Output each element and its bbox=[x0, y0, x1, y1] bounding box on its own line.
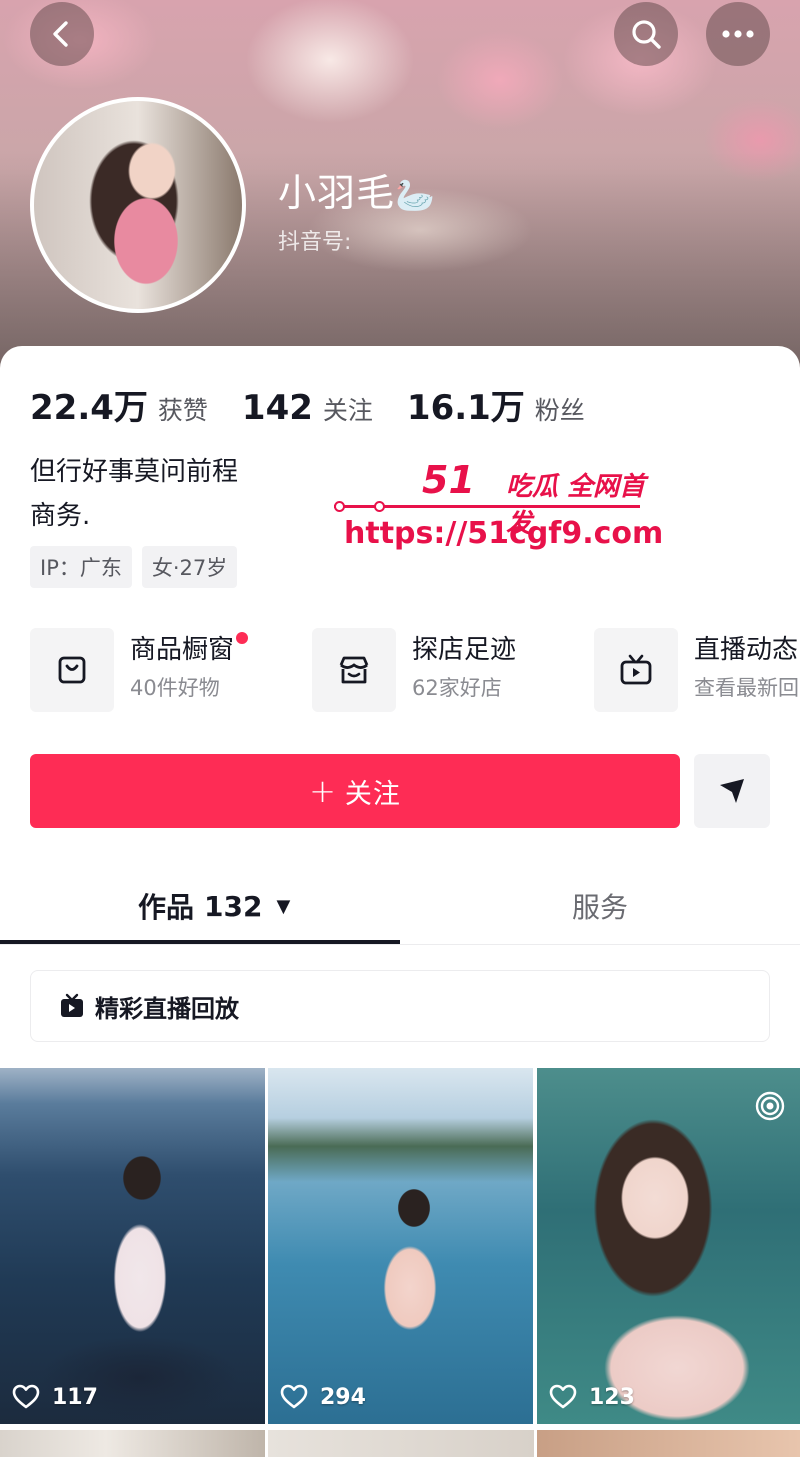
ip-location-tag: IP：广东 bbox=[30, 546, 132, 588]
video-like-count: 294 bbox=[280, 1384, 366, 1410]
feature-text: 商品橱窗 40件好物 bbox=[130, 628, 249, 716]
stat-followers-label: 粉丝 bbox=[534, 396, 585, 425]
stat-likes[interactable]: 22.4万 获赞 bbox=[30, 380, 208, 429]
avatar[interactable] bbox=[30, 97, 246, 313]
feature-icon-box bbox=[312, 628, 396, 712]
tab-service[interactable]: 服务 bbox=[572, 886, 628, 926]
content-tabs: 作品 132 ▼ 服务 bbox=[0, 856, 800, 946]
like-count-text: 294 bbox=[320, 1384, 366, 1410]
watermark-dot bbox=[374, 501, 385, 512]
tab-divider bbox=[0, 944, 800, 945]
more-options-button[interactable] bbox=[706, 2, 770, 66]
back-button[interactable] bbox=[30, 2, 94, 66]
watermark-dot bbox=[334, 501, 345, 512]
stat-likes-value: 22.4万 bbox=[30, 388, 148, 428]
plus-icon: + bbox=[309, 772, 337, 810]
profile-stats: 22.4万 获赞 142 关注 16.1万 粉丝 bbox=[30, 380, 619, 429]
feature-subtitle: 62家好店 bbox=[412, 676, 502, 700]
profile-panel: 22.4万 获赞 142 关注 16.1万 粉丝 但行好事莫问前程 商务. IP… bbox=[0, 346, 800, 1457]
shopping-bag-icon bbox=[58, 656, 86, 684]
douyin-id-label: 抖音号: bbox=[278, 230, 352, 255]
bio-line-1: 但行好事莫问前程 bbox=[30, 457, 239, 487]
notification-dot bbox=[236, 632, 249, 644]
video-thumbnail[interactable]: 294 bbox=[268, 1068, 533, 1424]
feature-title-text: 商品橱窗 bbox=[130, 635, 235, 665]
live-replay-label: 精彩直播回放 bbox=[95, 994, 239, 1023]
video-thumbnail[interactable] bbox=[0, 1430, 265, 1457]
profile-bio: 但行好事莫问前程 商务. bbox=[30, 450, 238, 538]
send-arrow-icon bbox=[720, 779, 744, 803]
watermark: 51 吃瓜 全网首发 https://51cgf9.com bbox=[334, 458, 663, 558]
stat-following-value: 142 bbox=[241, 388, 313, 428]
watermark-brand: 51 bbox=[422, 458, 475, 502]
swan-emoji: 🦢 bbox=[395, 176, 436, 214]
feature-store-visits[interactable]: 探店足迹 62家好店 bbox=[312, 628, 516, 716]
feature-text: 探店足迹 62家好店 bbox=[412, 628, 516, 716]
feature-live-updates[interactable]: 直播动态 查看最新回 bbox=[594, 628, 799, 716]
feature-title: 直播动态 bbox=[694, 635, 799, 665]
video-thumbnail[interactable]: 117 bbox=[0, 1068, 265, 1424]
follow-button[interactable]: + 关注 bbox=[30, 754, 680, 828]
tab-works[interactable]: 作品 132 ▼ bbox=[138, 886, 290, 926]
profile-nickname: 小羽毛🦢 bbox=[278, 162, 436, 217]
like-count-text: 117 bbox=[52, 1384, 98, 1410]
video-grid: 117 294 123 bbox=[0, 1068, 800, 1457]
nickname-text: 小羽毛 bbox=[278, 171, 396, 215]
search-button[interactable] bbox=[614, 2, 678, 66]
video-like-count: 117 bbox=[12, 1384, 98, 1410]
stat-likes-label: 获赞 bbox=[157, 396, 208, 425]
live-circle-icon bbox=[755, 1091, 785, 1121]
bio-line-2: 商务. bbox=[30, 501, 91, 531]
video-like-count: 123 bbox=[549, 1384, 635, 1410]
store-icon bbox=[339, 656, 369, 684]
feature-title: 商品橱窗 bbox=[130, 632, 249, 668]
stat-following[interactable]: 142 关注 bbox=[242, 388, 373, 428]
caret-down-icon: ▼ bbox=[276, 895, 291, 917]
profile-tags: IP：广东 女·27岁 bbox=[30, 546, 247, 588]
tv-icon bbox=[620, 654, 652, 685]
video-thumbnail[interactable] bbox=[537, 1430, 800, 1457]
watermark-url: https://51cgf9.com bbox=[344, 516, 664, 551]
feature-title: 探店足迹 bbox=[412, 635, 517, 665]
search-icon bbox=[632, 20, 661, 49]
feature-icon-box bbox=[30, 628, 114, 712]
chevron-left-icon bbox=[53, 21, 68, 47]
live-replay-banner[interactable]: 精彩直播回放 bbox=[30, 970, 770, 1042]
video-thumbnail[interactable] bbox=[268, 1430, 534, 1457]
stat-following-label: 关注 bbox=[322, 396, 373, 425]
tab-works-label: 作品 bbox=[138, 891, 195, 924]
gender-age-tag: 女·27岁 bbox=[141, 546, 238, 588]
feature-product-showcase[interactable]: 商品橱窗 40件好物 bbox=[30, 628, 249, 716]
stat-followers-value: 16.1万 bbox=[406, 388, 525, 428]
heart-icon bbox=[12, 1384, 40, 1409]
more-dots-icon bbox=[722, 30, 754, 38]
like-count-text: 123 bbox=[589, 1384, 635, 1410]
tab-works-count: 132 bbox=[204, 889, 263, 923]
feature-subtitle: 查看最新回 bbox=[694, 676, 799, 700]
feature-subtitle: 40件好物 bbox=[130, 676, 220, 700]
heart-icon bbox=[280, 1384, 308, 1409]
video-thumbnail[interactable]: 123 bbox=[537, 1068, 800, 1424]
feature-entries: 商品橱窗 40件好物 探店足迹 62家好店 直播动态 查看最新回 bbox=[30, 628, 800, 716]
stat-followers[interactable]: 16.1万 粉丝 bbox=[407, 380, 585, 429]
feature-text: 直播动态 查看最新回 bbox=[694, 628, 799, 716]
follow-label: 关注 bbox=[344, 778, 401, 810]
send-message-button[interactable] bbox=[694, 754, 770, 828]
live-tv-icon bbox=[61, 993, 83, 1017]
heart-icon bbox=[549, 1384, 577, 1409]
feature-icon-box bbox=[594, 628, 678, 712]
